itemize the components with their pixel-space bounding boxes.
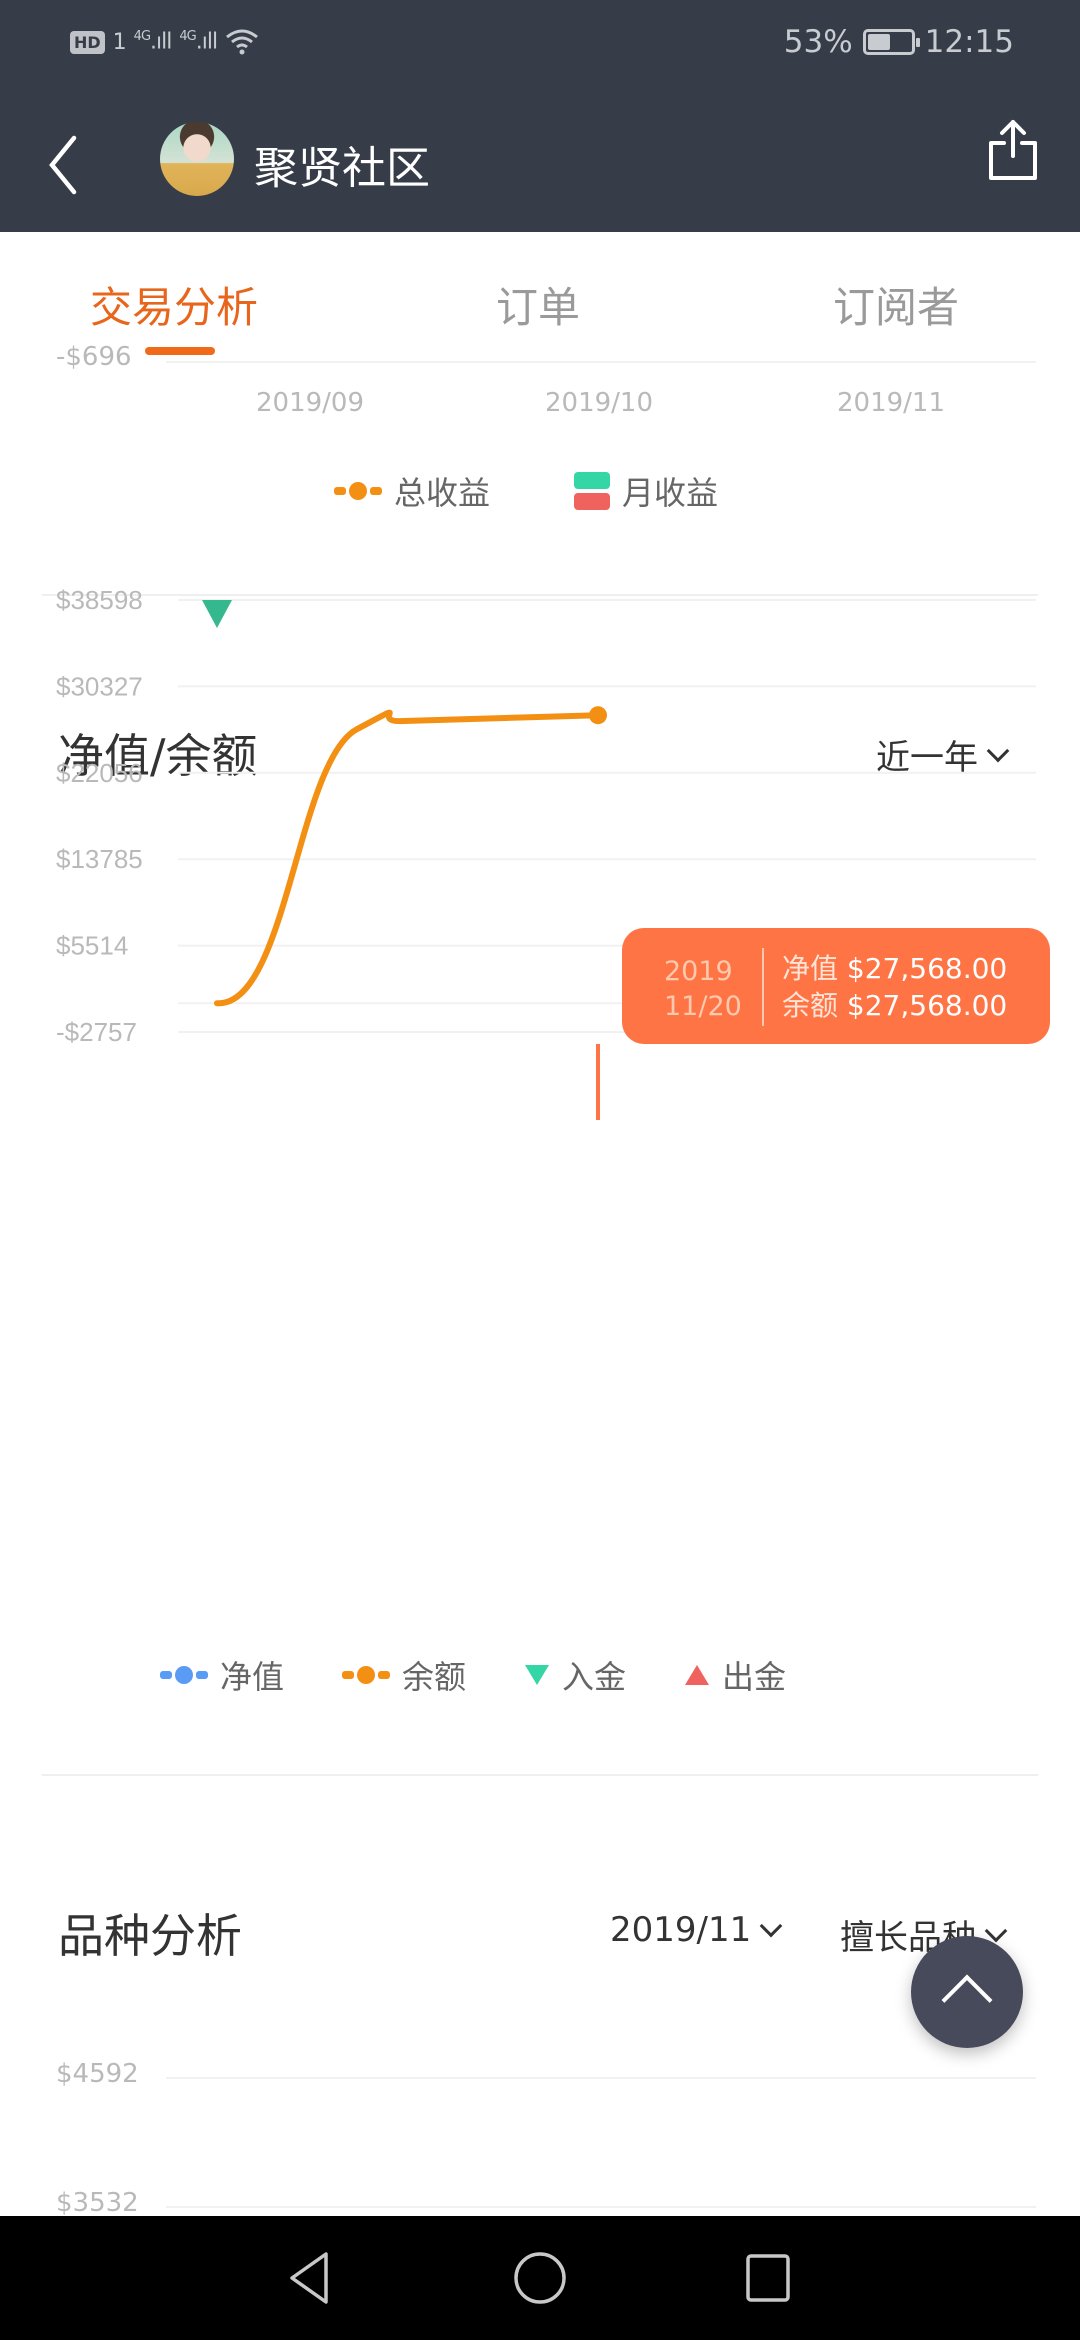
orange-line-dot-icon — [342, 1666, 391, 1684]
triangle-up-icon — [685, 1665, 710, 1685]
hd-voice-icon: HD — [70, 30, 105, 54]
month-dropdown[interactable]: 2019/11 — [610, 1910, 783, 1950]
circle-home-icon — [514, 2252, 566, 2304]
network-type-label-2: 4G — [179, 29, 196, 45]
share-icon — [989, 120, 1037, 180]
tooltip-net-value: $27,568.00 — [846, 952, 1008, 985]
tooltip-balance-label: 余额 — [782, 989, 839, 1022]
legend-withdrawal[interactable]: 出金 — [684, 1652, 786, 1698]
income-x-tick: 2019/11 — [836, 388, 946, 418]
network-type-label: 4G — [133, 29, 151, 45]
variety-y-tick: $3532 — [56, 2188, 139, 2218]
blue-line-dot-icon — [160, 1666, 208, 1684]
income-y-tick: -$696 — [56, 342, 132, 372]
tooltip-day: 11/20 — [664, 991, 742, 1022]
tab-bar: 交易分析 订单 订阅者 — [0, 232, 1080, 360]
tooltip-separator — [762, 948, 764, 1026]
share-button[interactable] — [986, 118, 1040, 184]
battery-level — [867, 34, 890, 50]
tooltip-balance-value: $27,568.00 — [846, 989, 1008, 1022]
tooltip-values: 净值 $27,568.00 余额 $27,568.00 — [782, 950, 1007, 1024]
income-legend: 总收益 月收益 — [334, 468, 718, 514]
active-tab-indicator — [145, 347, 215, 355]
balance-line — [214, 709, 601, 1007]
y-tick-label: -$2757 — [56, 1017, 137, 1047]
chevron-left-icon — [49, 135, 77, 195]
green-red-bar-icon — [574, 472, 611, 510]
y-tick-label: $5514 — [56, 931, 128, 961]
chevron-up-icon — [941, 1974, 993, 2026]
networth-legend: 净值 余额 入金 出金 — [160, 1652, 786, 1698]
legend-total-income[interactable]: 总收益 — [334, 468, 490, 514]
tab-orders[interactable]: 订单 — [496, 274, 580, 335]
legend-label: 入金 — [562, 1658, 627, 1696]
variety-y-tick: $4592 — [56, 2059, 139, 2089]
tooltip-date: 2019 11/20 — [664, 954, 742, 1024]
chevron-down-icon — [984, 1919, 1008, 1942]
legend-net-value[interactable]: 净值 — [160, 1652, 284, 1698]
status-bar: HD 1 4G.ıll 4G.ıll 53% 12:15 — [0, 0, 1080, 90]
legend-monthly-income[interactable]: 月收益 — [574, 468, 718, 514]
y-tick-label: $30327 — [56, 671, 143, 701]
orange-line-dot-icon — [334, 482, 382, 500]
legend-label: 余额 — [402, 1658, 467, 1696]
system-back-button[interactable] — [286, 2250, 330, 2306]
legend-balance[interactable]: 余额 — [342, 1652, 466, 1698]
clock: 12:15 — [924, 24, 1014, 60]
triangle-down-icon — [525, 1665, 550, 1685]
chart-tooltip: 2019 11/20 净值 $27,568.00 余额 $27,568.00 — [622, 928, 1050, 1044]
avatar[interactable] — [160, 122, 234, 196]
variety-title: 品种分析 — [58, 1909, 242, 1963]
scroll-top-button[interactable] — [911, 1936, 1023, 2048]
y-tick-label: $22056 — [56, 758, 143, 788]
signal-icon: 4G.ıll — [133, 29, 173, 55]
square-recents-icon — [746, 2254, 790, 2302]
system-home-button[interactable] — [512, 2250, 568, 2306]
y-tick-label: $38598 — [56, 585, 143, 615]
legend-label: 净值 — [220, 1658, 285, 1696]
section-divider — [42, 1774, 1038, 1776]
page-title: 聚贤社区 — [254, 143, 430, 194]
highlight-point[interactable] — [589, 706, 607, 725]
legend-label: 月收益 — [622, 474, 719, 512]
legend-deposit[interactable]: 入金 — [524, 1652, 626, 1698]
deposit-marker[interactable] — [202, 600, 232, 628]
y-tick-label: $13785 — [56, 844, 143, 874]
legend-label: 出金 — [722, 1658, 787, 1696]
income-gridline — [166, 361, 1036, 363]
system-nav-bar — [0, 2216, 1080, 2340]
triangle-back-icon — [290, 2252, 328, 2304]
wifi-icon — [226, 29, 259, 55]
battery-icon — [862, 29, 920, 55]
tab-subscribers[interactable]: 订阅者 — [833, 274, 959, 335]
income-x-tick: 2019/09 — [255, 388, 365, 418]
variety-gridline — [166, 2077, 1036, 2079]
income-x-tick: 2019/10 — [544, 388, 654, 418]
tooltip-net-label: 净值 — [782, 952, 839, 985]
system-recents-button[interactable] — [744, 2250, 792, 2306]
legend-label: 总收益 — [394, 474, 491, 512]
month-dropdown-value: 2019/11 — [610, 1910, 752, 1950]
tooltip-year: 2019 — [664, 956, 733, 987]
signal-icon-2: 4G.ıll — [179, 29, 218, 55]
tab-trade-analysis[interactable]: 交易分析 — [90, 274, 258, 335]
app-header: 聚贤社区 — [0, 90, 1080, 232]
variety-gridline — [166, 2206, 1036, 2208]
battery-percent: 53% — [783, 24, 853, 60]
back-button[interactable] — [40, 130, 90, 200]
sim-indicator: 1 — [112, 29, 127, 55]
chevron-down-icon — [759, 1914, 783, 1938]
